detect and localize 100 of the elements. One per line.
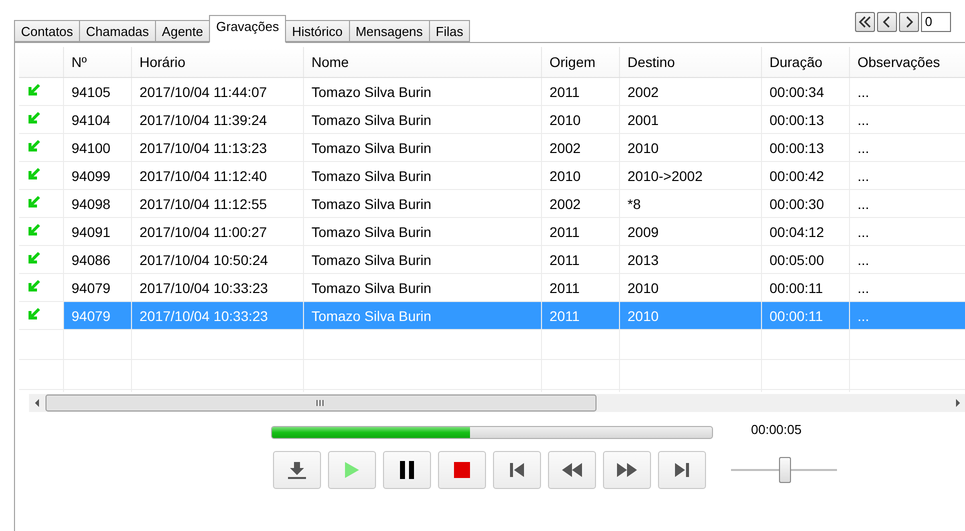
play-icon <box>344 461 360 479</box>
column-header[interactable]: Duração <box>761 47 849 78</box>
table-cell: *8 <box>619 190 761 218</box>
double-left-icon <box>858 16 872 28</box>
table-cell: 2011 <box>541 302 619 330</box>
table-cell: 2011 <box>541 246 619 274</box>
table-cell: 2017/10/04 10:50:24 <box>131 246 303 274</box>
table-cell: ... <box>849 134 965 162</box>
table-cell: ... <box>849 162 965 190</box>
table-cell: Tomazo Silva Burin <box>303 134 541 162</box>
nav-button[interactable] <box>855 12 875 32</box>
table-cell: ... <box>849 78 965 106</box>
rewind-button[interactable] <box>548 451 596 489</box>
right-chevron-icon <box>905 16 913 28</box>
table-cell: 00:00:42 <box>761 162 849 190</box>
column-header[interactable]: Origem <box>541 47 619 78</box>
table-cell: Tomazo Silva Burin <box>303 218 541 246</box>
tab[interactable]: Contatos <box>14 20 80 42</box>
table-cell: 2010->2002 <box>619 162 761 190</box>
tab[interactable]: Gravações <box>209 15 286 43</box>
column-header[interactable]: Observações <box>849 47 965 78</box>
table-cell: 00:04:12 <box>761 218 849 246</box>
table-cell: 2010 <box>541 106 619 134</box>
pause-button[interactable] <box>383 451 431 489</box>
nav-button[interactable] <box>899 12 919 32</box>
incoming-call-icon <box>27 251 41 265</box>
table-cell: 2017/10/04 10:33:23 <box>131 302 303 330</box>
table-cell: 2002 <box>541 134 619 162</box>
tab[interactable]: Filas <box>428 20 470 42</box>
table-cell: 00:00:11 <box>761 302 849 330</box>
table-cell: 94104 <box>63 106 131 134</box>
fast-forward-button[interactable] <box>603 451 651 489</box>
table-cell: 2002 <box>619 78 761 106</box>
rewind-icon <box>561 463 583 477</box>
slider-thumb[interactable] <box>779 457 792 483</box>
page-field[interactable]: 0 <box>921 12 951 32</box>
elapsed-time: 00:00:05 <box>751 422 802 437</box>
tab[interactable]: Mensagens <box>348 20 430 42</box>
table-cell: 94086 <box>63 246 131 274</box>
skip-back-icon <box>509 462 525 478</box>
table-cell: 94079 <box>63 274 131 302</box>
table-cell: ... <box>849 106 965 134</box>
skip-forward-button[interactable] <box>658 451 706 489</box>
table-cell: ... <box>849 190 965 218</box>
download-button[interactable] <box>273 451 321 489</box>
skip-forward-icon <box>674 462 690 478</box>
tab[interactable]: Agente <box>154 20 210 42</box>
column-header[interactable]: Nº <box>63 47 131 78</box>
table-cell: 00:00:34 <box>761 78 849 106</box>
table-cell: 2017/10/04 11:39:24 <box>131 106 303 134</box>
incoming-call-icon <box>27 111 41 125</box>
table-cell: Tomazo Silva Burin <box>303 274 541 302</box>
nav-button[interactable] <box>877 12 897 32</box>
column-header[interactable]: Destino <box>619 47 761 78</box>
tab[interactable]: Chamadas <box>79 20 156 42</box>
table-cell: 2002 <box>541 190 619 218</box>
pause-icon <box>399 460 415 480</box>
table-cell: 2017/10/04 11:12:55 <box>131 190 303 218</box>
stop-button[interactable] <box>438 451 486 489</box>
table-cell: Tomazo Silva Burin <box>303 246 541 274</box>
incoming-call-icon <box>27 279 41 293</box>
table-cell: ... <box>849 246 965 274</box>
table-cell: Tomazo Silva Burin <box>303 302 541 330</box>
table-cell: 2017/10/04 11:13:23 <box>131 134 303 162</box>
table-cell: 2017/10/04 11:44:07 <box>131 78 303 106</box>
fast-forward-icon <box>616 463 638 477</box>
table-cell: 00:00:13 <box>761 134 849 162</box>
skip-back-button[interactable] <box>493 451 541 489</box>
table-cell: 2017/10/04 10:33:23 <box>131 274 303 302</box>
horizontal-scrollbar[interactable] <box>29 394 965 412</box>
table-cell: 94079 <box>63 302 131 330</box>
tab[interactable]: Histórico <box>285 20 350 42</box>
table-cell: 2010 <box>541 162 619 190</box>
table-cell: Tomazo Silva Burin <box>303 190 541 218</box>
volume-slider[interactable] <box>731 457 837 483</box>
table-cell: 2001 <box>619 106 761 134</box>
table-cell: 94091 <box>63 218 131 246</box>
column-header[interactable]: Horário <box>131 47 303 78</box>
table-cell: 2010 <box>619 302 761 330</box>
table-cell: Tomazo Silva Burin <box>303 162 541 190</box>
column-header[interactable]: Nome <box>303 47 541 78</box>
table-cell: 2011 <box>541 274 619 302</box>
incoming-call-icon <box>27 167 41 181</box>
stop-icon <box>454 462 470 478</box>
table-cell: Tomazo Silva Burin <box>303 78 541 106</box>
left-chevron-icon <box>883 16 891 28</box>
table-cell: 2010 <box>619 274 761 302</box>
incoming-call-icon <box>27 307 41 321</box>
table-cell: 00:00:30 <box>761 190 849 218</box>
table-cell: 2011 <box>541 78 619 106</box>
table-cell: 00:00:13 <box>761 106 849 134</box>
incoming-call-icon <box>27 223 41 237</box>
table-cell: ... <box>849 218 965 246</box>
table-cell: 00:05:00 <box>761 246 849 274</box>
table-cell: 2009 <box>619 218 761 246</box>
incoming-call-icon <box>27 139 41 153</box>
table-cell: 94098 <box>63 190 131 218</box>
table-cell: 00:00:11 <box>761 274 849 302</box>
table-cell: 2017/10/04 11:00:27 <box>131 218 303 246</box>
table-cell: 2011 <box>541 218 619 246</box>
